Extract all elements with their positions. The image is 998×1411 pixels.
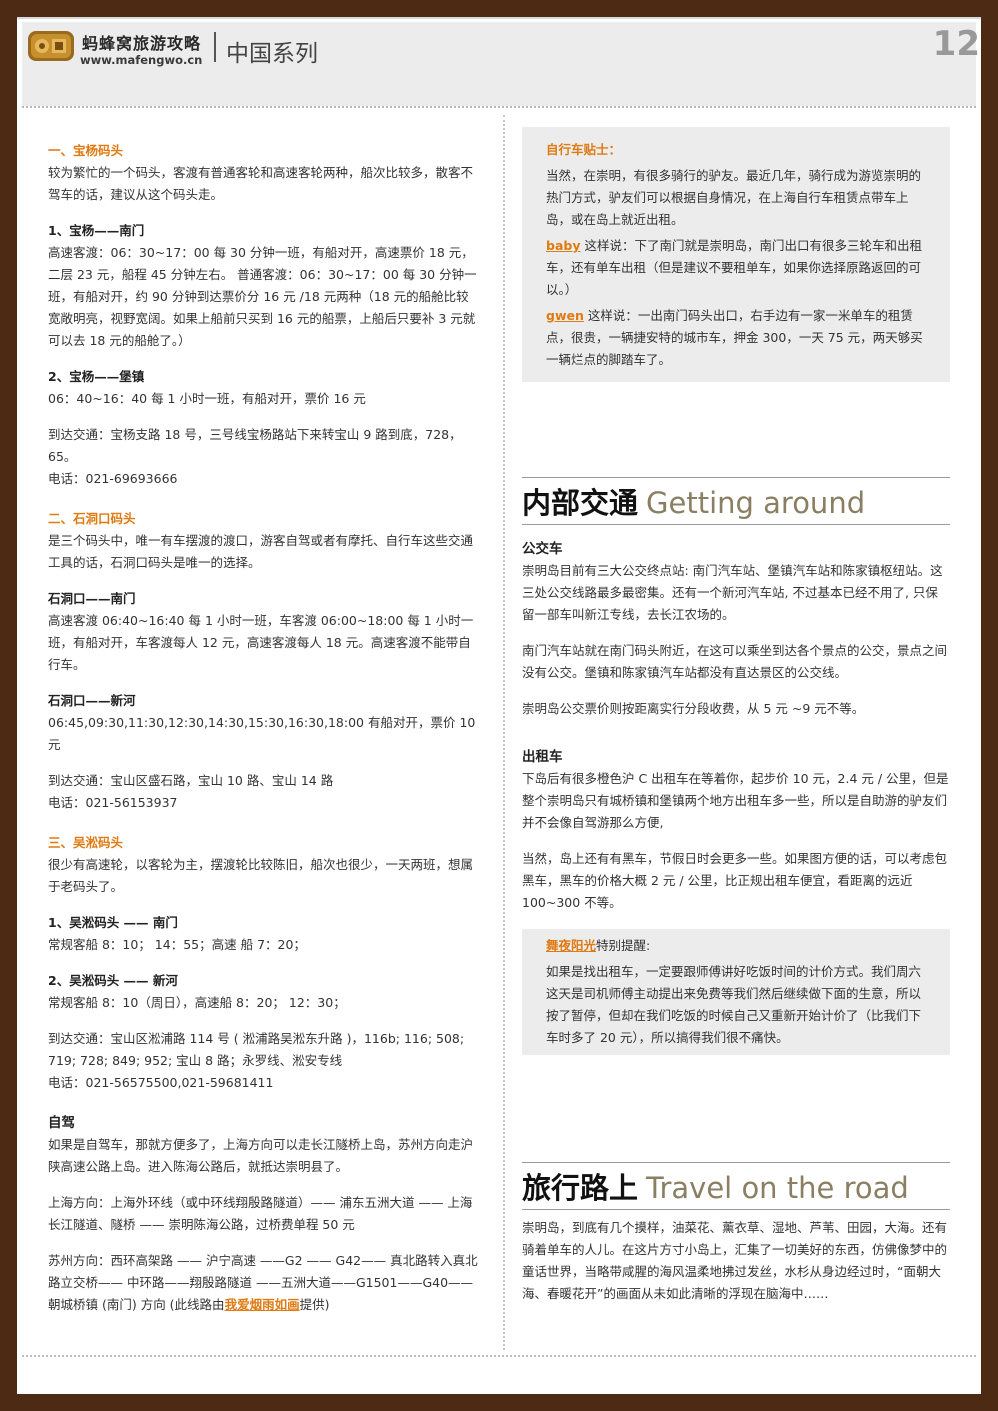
paragraph: 06:45,09:30,11:30,12:30,14:30,15:30,16:3… [48,715,476,752]
route-suzhou: 苏州方向：西环高架路 —— 沪宁高速 ——G2 —— G42—— 真北路转入真北… [48,1250,480,1316]
paragraph: 很少有高速轮，以客轮为主，摆渡轮比较陈旧，船次也很少，一天两班，想属于老码头了。 [48,857,474,894]
paragraph: 是三个码头中，唯一有车摆渡的渡口，游客自驾或者有摩托、自行车这些交通工具的话，石… [48,533,474,570]
series-title: 中国系列 [226,41,318,67]
bike-tips-box: 自行车贴士： 当然，在崇明，有很多骑行的驴友。最近几年，骑行成为游览崇明的热门方… [522,127,950,382]
paragraph: 崇明岛公交票价则按距离实行分段收费，从 5 元 ~9 元不等。 [522,701,865,716]
section-heading-cn: 内部交通 [522,486,639,520]
mafengwo-logo-icon [28,31,74,61]
paragraph: 下岛后有很多橙色沪 C 出租车在等着你，起步价 10 元，2.4 元 / 公里，… [522,771,949,830]
route-suzhou-end: 提供) [299,1297,330,1312]
route-shanghai: 上海方向：上海外环线（或中环线翔殷路隧道）—— 浦东五洲大道 —— 上海长江隧道… [48,1195,473,1232]
user-link[interactable]: baby [546,238,580,253]
left-column: 一、宝杨码头 较为繁忙的一个码头，客渡有普通客轮和高速客轮两种，船次比较多，散客… [48,140,480,1316]
paragraph: 较为繁忙的一个码头，客渡有普通客轮和高速客轮两种，船次比较多，散客不驾车的话，建… [48,165,474,202]
right-column-transport: 公交车 崇明岛目前有三大公交终点站: 南门汽车站、堡镇汽车站和陈家镇枢纽站。这三… [522,538,950,914]
paragraph: 南门汽车站就在南门码头附近，在这可以乘坐到达各个景点的公交，景点之间没有公交。堡… [522,643,948,680]
traffic-info: 到达交通：宝山区淞浦路 114 号 ( 淞浦路吴淞东升路 )，116b; 116… [48,1031,465,1068]
section-title-baoyang: 一、宝杨码头 [48,143,124,158]
paragraph: 高速客渡：06：30~17：00 每 30 分钟一班，有船对开，高速票价 18 … [48,245,477,348]
tip-quote: gwen 这样说：一出南门码头出口，右手边有一家一米单车的租赁点，很贵，一辆捷安… [546,305,926,371]
paragraph: 常规客船 8：10； 14：55；高速 船 7：20； [48,937,306,952]
right-column-travel: 崇明岛，到底有几个摸样，油菜花、薰衣草、湿地、芦苇、田园，大海。还有骑着单车的人… [522,1217,950,1305]
paragraph: 如果是自驾车，那就方便多了，上海方向可以走长江隧桥上岛，苏州方向走沪陕高速公路上… [48,1137,474,1174]
route-title: 2、宝杨——堡镇 [48,369,145,384]
reminder-body: 如果是找出租车，一定要跟师傅讲好吃饭时间的计价方式。我们周六这天是司机师傅主动提… [546,964,922,1045]
header-divider [22,106,976,108]
tip-paragraph: 当然，在崇明，有很多骑行的驴友。最近几年，骑行成为游览崇明的热门方式，驴友们可以… [546,168,922,227]
user-link[interactable]: 舞夜阳光 [546,938,596,953]
phone-info: 电话：021-56153937 [48,795,178,810]
section-heading-en: Getting around [646,486,866,520]
section-getting-around: 内部交通 Getting around [522,477,950,525]
section-heading-cn: 旅行路上 [522,1171,639,1205]
tip-quote-text: 这样说：一出南门码头出口，右手边有一家一米单车的租赁点，很贵，一辆捷安特的城市车… [546,308,923,367]
column-divider [503,115,505,1350]
route-title: 2、吴淞码头 —— 新河 [48,973,178,988]
paragraph: 崇明岛目前有三大公交终点站: 南门汽车站、堡镇汽车站和陈家镇枢纽站。这三处公交线… [522,563,943,622]
paragraph: 06：40~16：40 每 1 小时一班，有船对开，票价 16 元 [48,391,366,406]
route-title: 1、宝杨——南门 [48,223,145,238]
phone-info: 电话：021-56575500,021-59681411 [48,1075,274,1090]
tip-quote-text: 这样说：下了南门就是崇明岛，南门出口有很多三轮车和出租车，还有单车出租（但是建议… [546,238,922,297]
tip-title: 自行车贴士： [546,142,622,157]
section-title-wusong: 三、吴淞码头 [48,835,124,850]
subsection-taxi: 出租车 [522,749,563,765]
paragraph: 高速客渡 06:40~16:40 每 1 小时一班，车客渡 06:00~18:0… [48,613,474,672]
paragraph: 当然，岛上还有有黑车，节假日时会更多一些。如果图方便的话，可以考虑包黑车，黑车的… [522,851,948,910]
brand-url: www.mafengwo.cn [80,53,203,67]
author-link[interactable]: 我爱烟雨如画 [225,1297,300,1312]
tip-quote: baby 这样说：下了南门就是崇明岛，南门出口有很多三轮车和出租车，还有单车出租… [546,235,926,301]
user-link[interactable]: gwen [546,308,584,323]
footer-divider [22,1355,976,1357]
traffic-info: 到达交通：宝杨支路 18 号，三号线宝杨路站下来转宝山 9 路到底，728，65… [48,427,462,464]
route-title: 石洞口——新河 [48,693,136,708]
taxi-reminder-box: 舞夜阳光特别提醒: 如果是找出租车，一定要跟师傅讲好吃饭时间的计价方式。我们周六… [522,929,950,1055]
paragraph: 崇明岛，到底有几个摸样，油菜花、薰衣草、湿地、芦苇、田园，大海。还有骑着单车的人… [522,1220,948,1301]
header-separator [214,32,216,62]
traffic-info: 到达交通：宝山区盛石路，宝山 10 路、宝山 14 路 [48,773,334,788]
brand-name: 蚂蜂窝旅游攻略 [82,34,202,53]
reminder-title: 特别提醒: [596,938,651,953]
page-number: 12 [932,24,980,64]
paragraph: 常规客船 8：10（周日），高速船 8：20； 12：30； [48,995,346,1010]
subsection-bus: 公交车 [522,541,563,557]
route-title: 石洞口——南门 [48,591,136,606]
section-travel-on-road: 旅行路上 Travel on the road [522,1162,950,1210]
section-heading-en: Travel on the road [646,1171,909,1205]
frame-inner-line [17,17,981,19]
section-title-shidongkou: 二、石洞口码头 [48,511,136,526]
section-title-self-drive: 自驾 [48,1115,75,1131]
route-title: 1、吴淞码头 —— 南门 [48,915,178,930]
phone-info: 电话：021-69693666 [48,471,178,486]
